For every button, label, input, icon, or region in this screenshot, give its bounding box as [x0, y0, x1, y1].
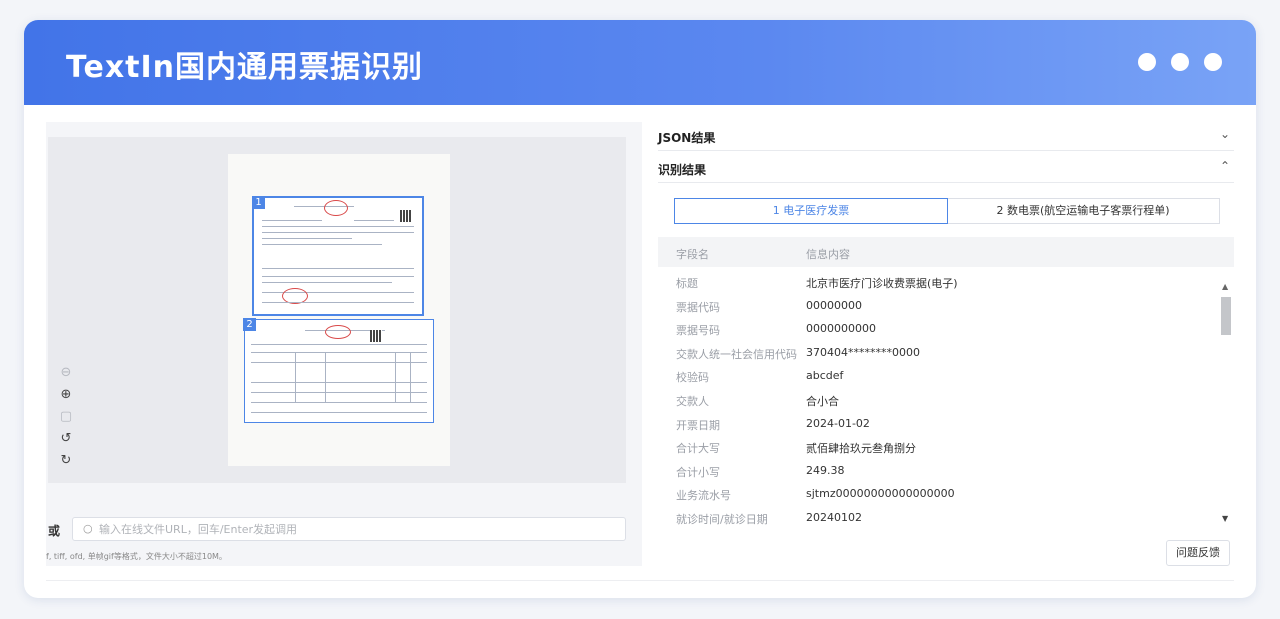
window-menu-dots[interactable] — [1138, 53, 1222, 71]
table-row: 交款人统一社会信用代码 370404********0000 — [658, 341, 1218, 365]
dot-icon — [1171, 53, 1189, 71]
field-value-header: 信息内容 — [806, 248, 850, 261]
url-input[interactable] — [99, 523, 499, 536]
qr-code-icon — [370, 330, 382, 342]
search-icon: ○ — [83, 522, 93, 535]
field-key: 合计小写 — [676, 465, 720, 479]
field-value: 370404********0000 — [806, 345, 920, 359]
json-result-header[interactable]: JSON结果 ⌄ — [658, 122, 1234, 151]
upload-panel: 1 2 ⊖ ⊕ ▢ ↺ ↻ 或 ○ 输入在线文件URL，回车/Enter发起调用… — [46, 122, 642, 566]
recognition-result-label: 识别结果 — [658, 163, 707, 177]
field-key: 就诊时间/就诊日期 — [676, 512, 768, 526]
invoice-tabs: 1 电子医疗发票 2 数电票(航空运输电子客票行程单) — [674, 198, 1220, 224]
field-value: 贰佰肆拾玖元叁角捌分 — [806, 442, 916, 456]
table-row: 业务流水号 sjtmz00000000000000000 — [658, 482, 1218, 506]
table-header: 字段名 信息内容 — [658, 237, 1234, 267]
dot-icon — [1138, 53, 1156, 71]
table-row: 校验码 abcdef — [658, 364, 1218, 388]
field-key: 票据代码 — [676, 300, 720, 314]
invoice-number-tag: 1 — [252, 196, 265, 209]
table-row: 就诊时间/就诊日期 20240102 — [658, 506, 1218, 530]
table-row: 票据代码 00000000 — [658, 294, 1218, 318]
field-value: sjtmz00000000000000000 — [806, 487, 955, 501]
result-scrollbar[interactable]: ▲ ▼ — [1218, 282, 1234, 546]
field-key: 交款人统一社会信用代码 — [676, 347, 797, 361]
field-key: 标题 — [676, 277, 698, 290]
url-row: 或 ○ — [46, 517, 626, 543]
field-key: 票据号码 — [676, 324, 720, 338]
table-row: 合计小写 249.38 — [658, 459, 1218, 483]
or-label: 或 — [48, 524, 61, 538]
invoice-number-tag: 2 — [243, 318, 256, 331]
red-stamp-icon — [325, 325, 351, 339]
table-row: 开票日期 2024-01-02 — [658, 412, 1218, 436]
field-value: 249.38 — [806, 463, 845, 477]
document-viewer[interactable]: 1 2 ⊖ ⊕ ▢ ↺ ↻ — [48, 137, 626, 483]
format-hint: f, tiff, ofd, 单帧gif等格式，文件大小不超过10M。 — [46, 552, 227, 561]
field-value: 00000000 — [806, 298, 862, 312]
table-row: 交款人 合小合 — [658, 388, 1218, 412]
scroll-up-icon[interactable]: ▲ — [1222, 282, 1228, 291]
result-panel: JSON结果 ⌄ 识别结果 ⌃ 1 电子医疗发票 2 数电票(航空运输电子客票行… — [658, 122, 1234, 592]
field-key: 校验码 — [676, 371, 709, 385]
red-stamp-icon — [324, 200, 348, 216]
tab-invoice-1[interactable]: 1 电子医疗发票 — [674, 198, 948, 224]
table-row: 标题 北京市医疗门诊收费票据(电子) — [658, 270, 1218, 294]
main-card: TextIn国内通用票据识别 1 2 ⊖ ⊕ ▢ ↺ ↻ 或 ○ 输入在线文件U… — [24, 20, 1256, 598]
viewer-toolbar: ⊖ ⊕ ▢ ↺ ↻ — [58, 365, 78, 475]
table-row: 票据号码 0000000000 — [658, 317, 1218, 341]
divider — [46, 580, 1234, 581]
field-value: 20240102 — [806, 510, 862, 524]
qr-code-icon — [400, 210, 412, 222]
result-rows: 标题 北京市医疗门诊收费票据(电子) 票据代码 00000000 票据号码 00000… — [658, 270, 1218, 530]
scroll-down-icon[interactable]: ▼ — [1222, 514, 1228, 523]
document-page: 1 2 — [228, 154, 450, 466]
app-title: TextIn国内通用票据识别 — [66, 50, 424, 85]
field-value: 2024-01-02 — [806, 416, 870, 430]
rotate-right-icon[interactable]: ↻ — [58, 453, 74, 469]
field-value: abcdef — [806, 369, 844, 383]
field-value: 合小合 — [806, 394, 839, 408]
app-header: TextIn国内通用票据识别 — [24, 20, 1256, 105]
field-name-header: 字段名 — [676, 248, 709, 261]
scroll-thumb[interactable] — [1221, 297, 1231, 335]
detected-invoice-1[interactable]: 1 — [252, 196, 424, 316]
tab-invoice-2[interactable]: 2 数电票(航空运输电子客票行程单) — [947, 199, 1219, 223]
chevron-down-icon: ⌄ — [1219, 127, 1230, 141]
field-key: 开票日期 — [676, 418, 720, 432]
table-row: 合计大写 贰佰肆拾玖元叁角捌分 — [658, 435, 1218, 459]
feedback-button[interactable]: 问题反馈 — [1166, 540, 1230, 566]
field-value: 0000000000 — [806, 322, 876, 336]
field-key: 交款人 — [676, 394, 709, 408]
field-value: 北京市医疗门诊收费票据(电子) — [806, 277, 958, 290]
json-result-label: JSON结果 — [658, 131, 716, 145]
rotate-left-icon[interactable]: ↺ — [58, 431, 74, 447]
zoom-in-icon[interactable]: ⊕ — [58, 387, 74, 403]
recognition-result-header[interactable]: 识别结果 ⌃ — [658, 154, 1234, 183]
dot-icon — [1204, 53, 1222, 71]
detected-invoice-2[interactable]: 2 — [243, 318, 434, 423]
field-key: 合计大写 — [676, 442, 720, 456]
field-key: 业务流水号 — [676, 489, 731, 503]
zoom-out-icon[interactable]: ⊖ — [58, 365, 74, 381]
chevron-up-icon: ⌃ — [1219, 159, 1230, 173]
url-input-box[interactable]: ○ — [72, 517, 626, 541]
fit-page-icon[interactable]: ▢ — [58, 409, 74, 425]
